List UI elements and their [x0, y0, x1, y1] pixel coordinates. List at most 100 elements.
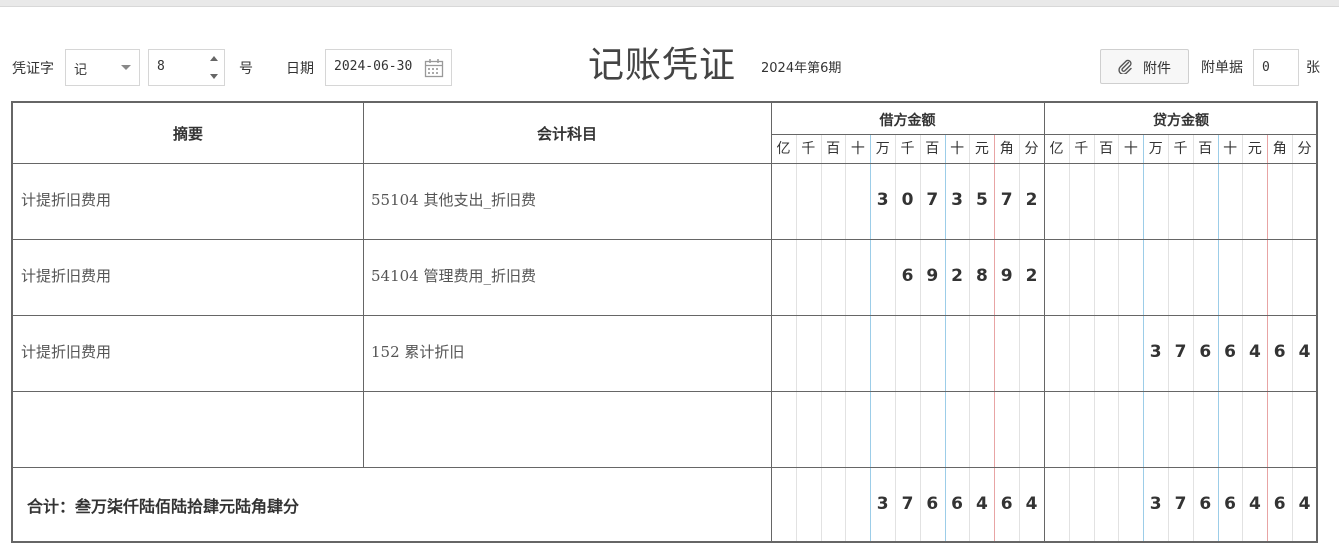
debit-unit-3: 十	[850, 141, 865, 157]
stepper-buttons[interactable]	[206, 50, 224, 85]
row-summary[interactable]: 计提折旧费用	[21, 341, 111, 362]
debit-digit: 2	[1025, 266, 1038, 286]
credit-unit-8: 元	[1247, 141, 1262, 157]
credit-unit-7: 十	[1223, 141, 1238, 157]
increment-icon[interactable]	[210, 56, 218, 61]
total-credit-digit: 7	[1174, 494, 1187, 514]
credit-unit-3: 十	[1123, 141, 1138, 157]
debit-unit-10: 分	[1024, 141, 1039, 157]
total-label: 合计：叁万柒仟陆佰陆拾肆元陆角肆分	[27, 497, 300, 516]
debit-unit-1: 千	[801, 141, 816, 157]
calendar-icon[interactable]	[424, 58, 444, 78]
debit-unit-2: 百	[826, 141, 841, 157]
voucher-word-label: 凭证字	[12, 61, 54, 77]
debit-digit: 6	[901, 266, 914, 286]
page-title: 记账凭证	[588, 45, 737, 86]
total-debit-digit: 3	[876, 494, 889, 514]
credit-unit-2: 百	[1099, 141, 1114, 157]
row-account[interactable]: 54104 管理费用_折旧费	[371, 265, 536, 286]
credit-col-line	[1218, 135, 1219, 541]
divider-account-debit	[771, 103, 772, 541]
row-account[interactable]: 152 累计折旧	[371, 341, 464, 362]
credit-col-line	[1118, 135, 1119, 541]
decrement-icon[interactable]	[210, 74, 218, 79]
credit-digit: 4	[1248, 342, 1261, 362]
paperclip-icon	[1118, 59, 1132, 74]
total-credit-digit: 4	[1298, 494, 1311, 514]
credit-col-line	[1267, 135, 1268, 541]
voucher-number-stepper[interactable]: 8	[148, 49, 225, 86]
voucher-number-value: 8	[157, 59, 165, 74]
attach-button-label: 附件	[1143, 61, 1171, 77]
total-debit-digit: 6	[1000, 494, 1013, 514]
credit-col-line	[1094, 135, 1095, 541]
credit-digit: 6	[1273, 342, 1286, 362]
credit-unit-0: 亿	[1049, 141, 1064, 157]
voucher-word-value: 记	[74, 63, 88, 78]
attach-count-value: 0	[1262, 60, 1270, 75]
debit-digit: 0	[901, 190, 914, 210]
header-account: 会计科目	[536, 125, 597, 143]
credit-unit-10: 分	[1297, 141, 1312, 157]
debit-unit-5: 千	[900, 141, 915, 157]
date-value: 2024-06-30	[334, 59, 413, 74]
row-divider	[13, 467, 1318, 468]
total-credit-digit: 6	[1224, 494, 1237, 514]
credit-col-line	[1168, 135, 1169, 541]
debit-digit: 8	[975, 266, 988, 286]
top-bar	[0, 0, 1339, 7]
debit-digit: 5	[975, 190, 988, 210]
total-debit-digit: 4	[1025, 494, 1038, 514]
row-divider	[13, 239, 1318, 240]
row-divider	[13, 391, 1318, 392]
header-credit: 贷方金额	[1153, 113, 1209, 129]
row-divider	[13, 315, 1318, 316]
debit-digit: 7	[926, 190, 939, 210]
attach-count-label: 附单据	[1201, 60, 1243, 76]
credit-digit: 6	[1199, 342, 1212, 362]
credit-digit: 7	[1174, 342, 1187, 362]
total-debit-digit: 4	[975, 494, 988, 514]
total-debit-digit: 7	[901, 494, 914, 514]
credit-unit-5: 千	[1173, 141, 1188, 157]
debit-unit-7: 十	[950, 141, 965, 157]
credit-unit-1: 千	[1074, 141, 1089, 157]
header-summary: 摘要	[172, 125, 203, 143]
debit-unit-6: 百	[925, 141, 940, 157]
row-summary[interactable]: 计提折旧费用	[21, 265, 111, 286]
header-debit: 借方金额	[879, 113, 936, 129]
debit-digit: 9	[926, 266, 939, 286]
number-suffix: 号	[239, 61, 253, 77]
credit-digit: 4	[1298, 342, 1311, 362]
attach-count-input[interactable]: 0	[1253, 49, 1299, 86]
divider-summary-account	[363, 103, 364, 467]
debit-col-line	[821, 135, 822, 541]
total-debit-digit: 6	[951, 494, 964, 514]
total-credit-digit: 4	[1248, 494, 1261, 514]
voucher-table: 摘要 会计科目 借方金额 贷方金额 亿千百十万千百十元角分亿千百十万千百十元角分…	[11, 101, 1318, 543]
debit-col-line	[845, 135, 846, 541]
attach-unit: 张	[1306, 60, 1320, 76]
date-field[interactable]: 2024-06-30	[325, 49, 452, 86]
credit-unit-6: 百	[1198, 141, 1213, 157]
credit-digit: 3	[1149, 342, 1162, 362]
row-summary[interactable]: 计提折旧费用	[21, 189, 111, 210]
debit-unit-0: 亿	[776, 141, 791, 157]
total-credit-digit: 6	[1199, 494, 1212, 514]
credit-digit: 6	[1224, 342, 1237, 362]
credit-col-line	[1069, 135, 1070, 541]
credit-unit-9: 角	[1272, 141, 1287, 157]
debit-digit: 3	[876, 190, 889, 210]
debit-digit: 2	[1025, 190, 1038, 210]
divider-debit-credit	[1044, 103, 1045, 541]
debit-digit: 3	[951, 190, 964, 210]
date-label: 日期	[286, 61, 314, 77]
debit-digit: 7	[1000, 190, 1013, 210]
voucher-word-select[interactable]: 记	[65, 49, 140, 86]
credit-col-line	[1242, 135, 1243, 541]
attach-button[interactable]: 附件	[1100, 49, 1189, 84]
total-credit-digit: 3	[1149, 494, 1162, 514]
row-account[interactable]: 55104 其他支出_折旧费	[371, 189, 536, 210]
debit-unit-9: 角	[999, 141, 1014, 157]
debit-col-line	[796, 135, 797, 541]
